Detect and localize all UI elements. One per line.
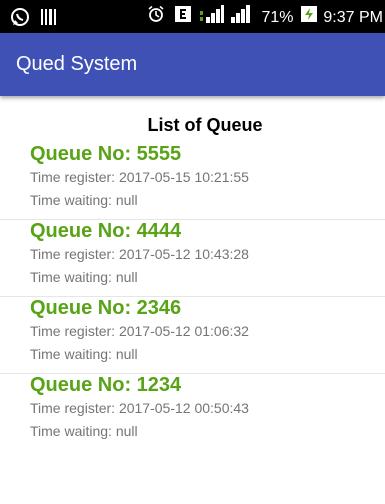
clock: 9:37 PM [323, 8, 383, 26]
status-bar: 71% 9:37 PM [0, 0, 385, 33]
signal-sim2-icon [231, 5, 255, 30]
e-notification-icon [175, 6, 192, 29]
alarm-icon [147, 5, 165, 30]
queue-item[interactable]: Queue No: 1234 Time register: 2017-05-12… [0, 373, 385, 450]
queue-number: Queue No: 1234 [30, 374, 182, 396]
time-register: Time register: 2017-05-12 10:43:28 [30, 246, 249, 262]
queue-item[interactable]: Queue No: 5555 Time register: 2017-05-15… [0, 142, 385, 220]
time-register: Time register: 2017-05-15 10:21:55 [30, 169, 249, 185]
queue-item[interactable]: Queue No: 4444 Time register: 2017-05-12… [0, 219, 385, 297]
time-waiting: Time waiting: null [30, 346, 138, 362]
barcode-icon [40, 8, 58, 31]
queue-item[interactable]: Queue No: 2346 Time register: 2017-05-12… [0, 296, 385, 374]
app-bar: Qued System [0, 33, 385, 96]
status-bar-left [10, 7, 58, 27]
battery-percent: 71% [261, 8, 294, 26]
signal-sim1-icon [199, 5, 224, 30]
time-waiting: Time waiting: null [30, 423, 138, 439]
queue-number: Queue No: 2346 [30, 297, 182, 319]
queue-number: Queue No: 4444 [30, 220, 182, 242]
list-heading: List of Queue [147, 115, 263, 135]
status-bar-right: 71% 9:37 PM [147, 5, 383, 27]
whatsapp-icon [10, 7, 30, 32]
time-waiting: Time waiting: null [30, 269, 138, 285]
app-title: Qued System [16, 53, 138, 75]
time-register: Time register: 2017-05-12 01:06:32 [30, 323, 249, 339]
time-register: Time register: 2017-05-12 00:50:43 [30, 400, 249, 416]
battery-charging-icon [300, 6, 317, 29]
time-waiting: Time waiting: null [30, 192, 138, 208]
screen: 71% 9:37 PM Qued System List of Queue Qu… [0, 0, 385, 504]
queue-number: Queue No: 5555 [30, 143, 182, 165]
